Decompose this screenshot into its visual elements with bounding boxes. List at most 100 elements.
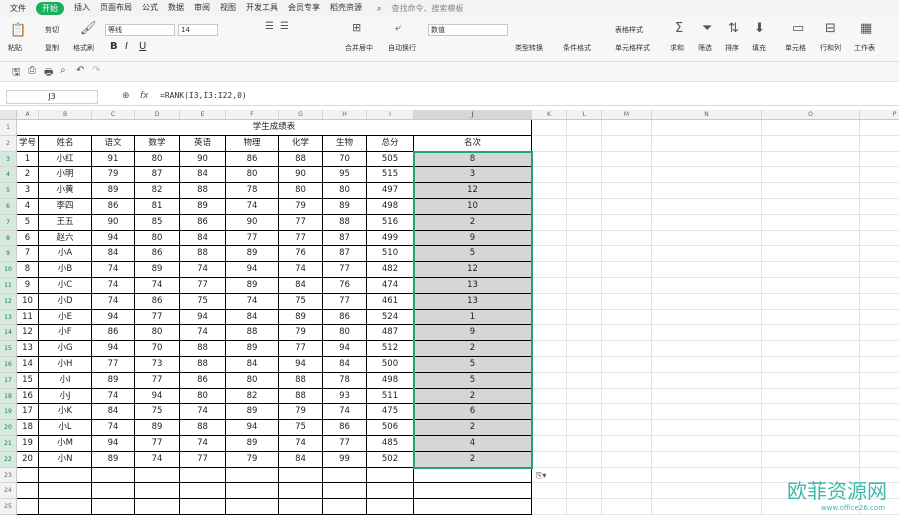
cell[interactable] xyxy=(532,309,567,326)
cell[interactable] xyxy=(567,325,602,342)
cell[interactable] xyxy=(532,120,567,136)
cell[interactable] xyxy=(860,420,899,436)
data-cell[interactable]: 497 xyxy=(367,183,414,199)
data-cell[interactable]: 80 xyxy=(226,167,279,184)
cell[interactable] xyxy=(567,388,602,405)
data-cell[interactable]: 11 xyxy=(17,309,39,326)
tab-9[interactable]: 稻壳资源 xyxy=(330,2,362,15)
data-cell[interactable]: 87 xyxy=(323,246,367,263)
data-cell[interactable]: 482 xyxy=(367,262,414,278)
data-cell[interactable]: 77 xyxy=(135,372,180,389)
data-cell[interactable]: 512 xyxy=(367,341,414,357)
data-cell[interactable]: 小E xyxy=(39,309,92,326)
data-cell[interactable]: 80 xyxy=(135,151,180,168)
data-cell[interactable]: 86 xyxy=(180,214,226,231)
cell[interactable] xyxy=(279,499,323,515)
header-cell[interactable]: 学号 xyxy=(17,135,39,152)
cell[interactable] xyxy=(226,499,279,515)
data-cell[interactable]: 461 xyxy=(367,293,414,310)
data-cell[interactable]: 91 xyxy=(92,151,135,168)
cell[interactable] xyxy=(652,246,762,263)
data-cell[interactable]: 498 xyxy=(367,199,414,215)
sum-button[interactable]: 求和 xyxy=(670,43,684,53)
column-header-I[interactable]: I xyxy=(367,110,414,120)
cell[interactable] xyxy=(602,135,652,152)
data-cell[interactable]: 94 xyxy=(135,388,180,405)
merge-cells-icon[interactable]: ⊞ xyxy=(352,21,361,34)
cell[interactable] xyxy=(135,467,180,484)
cell[interactable] xyxy=(602,214,652,231)
data-cell[interactable]: 10 xyxy=(17,293,39,310)
cell[interactable] xyxy=(762,120,860,136)
data-cell[interactable]: 74 xyxy=(92,293,135,310)
data-cell[interactable]: 小红 xyxy=(39,151,92,168)
sheet-button[interactable]: 工作表 xyxy=(854,43,875,53)
data-cell[interactable]: 74 xyxy=(92,388,135,405)
data-cell[interactable]: 79 xyxy=(226,451,279,468)
data-cell[interactable]: 74 xyxy=(226,293,279,310)
cell[interactable] xyxy=(602,372,652,389)
redo-icon[interactable]: ↷ xyxy=(92,65,100,76)
row-header[interactable]: 4 xyxy=(0,167,17,184)
cell[interactable] xyxy=(532,135,567,152)
cell[interactable] xyxy=(532,388,567,405)
filter-button[interactable]: 筛选 xyxy=(698,43,712,53)
data-cell[interactable]: 77 xyxy=(180,278,226,294)
data-cell[interactable]: 74 xyxy=(92,278,135,294)
column-header-B[interactable]: B xyxy=(39,110,92,120)
data-cell[interactable]: 487 xyxy=(367,325,414,342)
data-cell[interactable]: 79 xyxy=(279,199,323,215)
column-header-G[interactable]: G xyxy=(279,110,323,120)
fx-icon[interactable]: fx xyxy=(140,91,149,101)
row-header[interactable]: 1 xyxy=(0,120,17,136)
data-cell[interactable]: 70 xyxy=(323,151,367,168)
data-cell[interactable]: 78 xyxy=(323,372,367,389)
data-cell[interactable]: 74 xyxy=(92,420,135,436)
data-cell[interactable]: 88 xyxy=(180,183,226,199)
data-cell[interactable]: 89 xyxy=(226,341,279,357)
cell[interactable] xyxy=(652,120,762,136)
cell[interactable] xyxy=(532,183,567,199)
rank-cell[interactable]: 10 xyxy=(414,199,532,215)
data-cell[interactable]: 499 xyxy=(367,230,414,247)
cell[interactable] xyxy=(762,135,860,152)
data-cell[interactable]: 3 xyxy=(17,183,39,199)
cell[interactable] xyxy=(567,372,602,389)
cell[interactable] xyxy=(39,467,92,484)
cell[interactable] xyxy=(860,167,899,184)
data-cell[interactable]: 75 xyxy=(135,404,180,421)
cell[interactable] xyxy=(323,467,367,484)
row-header[interactable]: 13 xyxy=(0,309,17,326)
cell[interactable] xyxy=(652,230,762,247)
data-cell[interactable]: 77 xyxy=(323,436,367,452)
cell[interactable] xyxy=(762,420,860,436)
cell[interactable] xyxy=(762,293,860,310)
cell[interactable] xyxy=(567,278,602,294)
cell[interactable] xyxy=(602,404,652,421)
data-cell[interactable]: 90 xyxy=(180,151,226,168)
cell[interactable] xyxy=(602,262,652,278)
data-cell[interactable]: 506 xyxy=(367,420,414,436)
cell[interactable] xyxy=(602,199,652,215)
data-cell[interactable]: 王五 xyxy=(39,214,92,231)
data-cell[interactable]: 85 xyxy=(135,214,180,231)
data-cell[interactable]: 小J xyxy=(39,388,92,405)
data-cell[interactable]: 86 xyxy=(180,372,226,389)
data-cell[interactable]: 88 xyxy=(180,246,226,263)
cell[interactable] xyxy=(602,309,652,326)
data-cell[interactable]: 90 xyxy=(92,214,135,231)
data-cell[interactable]: 小L xyxy=(39,420,92,436)
column-header-P[interactable]: P xyxy=(860,110,899,120)
row-header[interactable]: 22 xyxy=(0,451,17,468)
cell[interactable] xyxy=(762,230,860,247)
row-header[interactable]: 10 xyxy=(0,262,17,278)
cell[interactable] xyxy=(652,135,762,152)
rank-cell[interactable]: 2 xyxy=(414,214,532,231)
data-cell[interactable]: 15 xyxy=(17,372,39,389)
header-cell[interactable]: 总分 xyxy=(367,135,414,152)
cell[interactable] xyxy=(532,436,567,452)
column-header-D[interactable]: D xyxy=(135,110,180,120)
cell[interactable] xyxy=(652,293,762,310)
data-cell[interactable]: 75 xyxy=(279,420,323,436)
data-cell[interactable]: 74 xyxy=(279,262,323,278)
